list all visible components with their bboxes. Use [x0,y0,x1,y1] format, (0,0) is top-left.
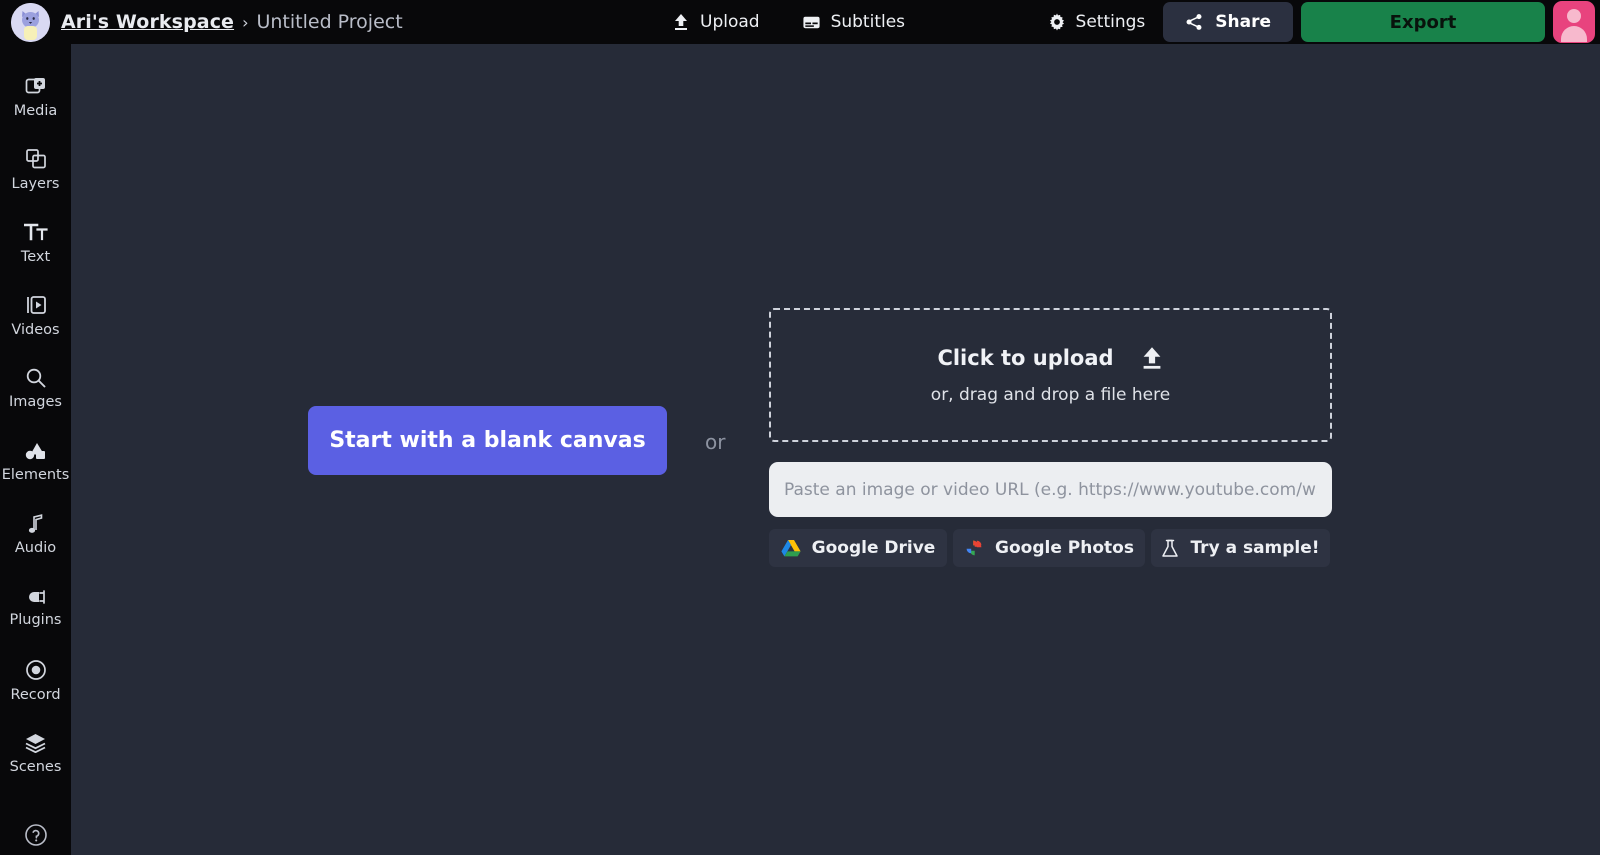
subtitles-icon [802,13,821,32]
breadcrumb-separator: › [242,13,248,32]
upload-arrow-icon [672,13,690,31]
plug-icon [24,588,47,606]
sidebar-item-label: Layers [12,177,60,192]
sidebar-item-plugins[interactable]: Plugins [0,571,71,644]
body-row: Media Layers Text [0,44,1600,855]
file-dropzone[interactable]: Click to upload or, drag and drop a file… [769,308,1332,442]
sidebar-item-label: Videos [11,323,59,338]
google-drive-label: Google Drive [812,538,936,558]
dropzone-title: Click to upload [937,346,1113,370]
url-input[interactable] [769,462,1332,517]
avatar-head [1567,9,1581,23]
flask-icon [1161,539,1179,558]
sidebar-item-label: Media [14,104,58,119]
subtitles-button[interactable]: Subtitles [798,7,909,37]
export-button[interactable]: Export [1301,2,1545,42]
sidebar-item-label: Plugins [10,613,62,628]
cat-avatar-icon[interactable] [11,3,50,42]
google-drive-icon [781,539,801,557]
text-tt-icon [24,221,48,243]
google-photos-icon [964,538,984,558]
sidebar-item-text[interactable]: Text [0,206,71,279]
upload-button[interactable]: Upload [668,7,764,37]
left-sidebar: Media Layers Text [0,44,71,855]
settings-button[interactable]: Settings [1044,7,1150,37]
settings-button-label: Settings [1076,12,1146,32]
share-button-label: Share [1215,12,1271,32]
gear-icon [1048,13,1066,31]
share-nodes-icon [1185,13,1203,31]
sidebar-item-audio[interactable]: Audio [0,498,71,571]
breadcrumb-workspace[interactable]: Ari's Workspace [61,11,234,33]
sidebar-item-label: Record [10,688,60,703]
topbar-right-actions: Settings Share Export [1044,0,1600,44]
breadcrumb-trail: Ari's Workspace › Untitled Project [61,11,403,33]
sidebar-item-elements[interactable]: Elements [0,425,71,498]
sidebar-item-record[interactable]: Record [0,644,71,717]
upload-panel: Click to upload or, drag and drop a file… [769,308,1332,567]
try-sample-label: Try a sample! [1190,538,1319,558]
sidebar-item-label: Text [21,250,50,265]
sidebar-item-label: Scenes [10,760,62,775]
or-separator-label: or [705,430,725,454]
video-play-icon [25,294,47,316]
user-avatar-icon[interactable] [1553,1,1595,43]
google-photos-label: Google Photos [995,538,1134,558]
search-icon [25,367,46,388]
sidebar-item-images[interactable]: Images [0,352,71,425]
layers-stack-icon [25,148,47,170]
sidebar-item-layers[interactable]: Layers [0,133,71,206]
upload-button-label: Upload [700,12,760,32]
source-buttons-row: Google Drive [769,529,1332,567]
sidebar-item-media[interactable]: Media [0,60,71,133]
sidebar-item-label: Audio [15,541,56,556]
music-note-icon [27,514,45,534]
sidebar-item-videos[interactable]: Videos [0,279,71,352]
google-photos-button[interactable]: Google Photos [953,529,1145,567]
top-bar: Ari's Workspace › Untitled Project Uploa… [0,0,1600,44]
try-sample-button[interactable]: Try a sample! [1151,529,1330,567]
breadcrumb-project[interactable]: Untitled Project [256,11,402,33]
app-root: Ari's Workspace › Untitled Project Uploa… [0,0,1600,855]
sidebar-item-scenes[interactable]: Scenes [0,717,71,790]
main-canvas: Start with a blank canvas or Click to up… [71,44,1600,855]
subtitles-button-label: Subtitles [831,12,905,32]
google-drive-button[interactable]: Google Drive [769,529,947,567]
help-circle-icon[interactable] [0,823,71,847]
cat-avatar-glyph [11,3,50,42]
dropzone-subtitle: or, drag and drop a file here [931,385,1170,405]
scenes-layers-icon [24,732,47,753]
sidebar-item-label: Images [9,395,62,410]
dropzone-heading-row: Click to upload [937,346,1163,370]
topbar-center-actions: Upload Subtitles [668,0,909,44]
avatar-body [1561,26,1587,42]
shapes-icon [24,441,47,461]
share-button[interactable]: Share [1163,2,1293,42]
media-add-icon [25,75,47,97]
start-blank-canvas-button[interactable]: Start with a blank canvas [308,406,667,475]
sidebar-item-label: Elements [2,468,70,483]
upload-arrow-icon [1140,346,1164,370]
breadcrumb: Ari's Workspace › Untitled Project [0,3,403,42]
record-dot-icon [25,659,47,681]
